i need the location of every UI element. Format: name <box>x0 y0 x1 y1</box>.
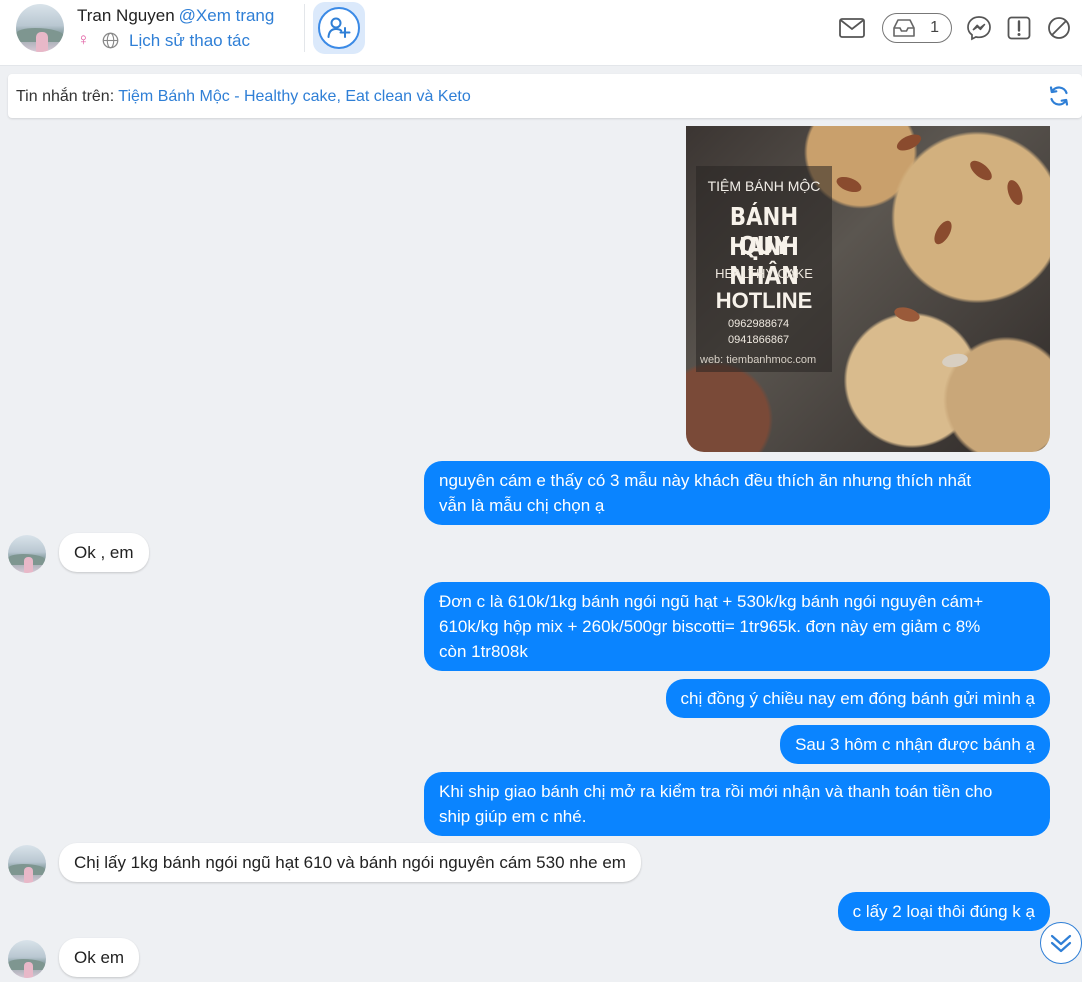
image-title-line2: HẠNH NHÂN <box>729 232 799 290</box>
view-page-link[interactable]: @Xem trang <box>179 6 275 25</box>
message-line: ship giúp em c nhé. <box>439 807 587 826</box>
outgoing-message[interactable]: Khi ship giao bánh chị mở ra kiểm tra rồ… <box>424 772 1050 836</box>
image-phone-2: 0941866867 <box>728 334 790 346</box>
add-friend-icon <box>327 17 351 38</box>
add-friend-button[interactable] <box>313 2 365 54</box>
user-name-text: Tran Nguyen <box>77 6 175 25</box>
incoming-message[interactable]: Ok , em <box>59 533 149 572</box>
refresh-icon[interactable] <box>1048 85 1070 107</box>
message-text: Ok em <box>74 948 125 967</box>
inbox-button[interactable]: 1 <box>882 13 952 43</box>
almond-decoration <box>892 304 922 325</box>
message-text: Chị lấy 1kg bánh ngói ngũ hạt 610 và bán… <box>74 853 626 872</box>
outgoing-message[interactable]: Đơn c là 610k/1kg bánh ngói ngũ hạt + 53… <box>424 582 1050 671</box>
image-phone-1: 0962988674 <box>728 318 790 330</box>
conversation-header: Tran Nguyen @Xem trang ♀ Lịch sử thao tác <box>0 0 1082 66</box>
almond-decoration <box>930 217 956 248</box>
image-hotline-label: HOTLINE <box>715 288 813 313</box>
scroll-down-button[interactable] <box>1040 922 1082 964</box>
scroll-down-icon <box>1050 934 1072 953</box>
user-avatar[interactable] <box>16 4 64 52</box>
mail-button[interactable] <box>838 14 866 42</box>
globe-icon <box>102 32 119 49</box>
sender-avatar[interactable] <box>8 535 46 573</box>
message-line: Đơn c là 610k/1kg bánh ngói ngũ hạt + 53… <box>439 592 984 611</box>
message-text: c lấy 2 loại thôi đúng k ạ <box>852 902 1035 921</box>
outgoing-message[interactable]: c lấy 2 loại thôi đúng k ạ <box>837 892 1050 931</box>
page-source-banner: Tin nhắn trên: Tiệm Bánh Mộc - Healthy c… <box>8 74 1082 118</box>
message-line: Khi ship giao bánh chị mở ra kiểm tra rồ… <box>439 782 993 801</box>
almond-decoration <box>966 157 996 184</box>
message-line: còn 1tr808k <box>439 642 528 661</box>
message-text: Ok , em <box>74 543 134 562</box>
banner-text: Tin nhắn trên: Tiệm Bánh Mộc - Healthy c… <box>16 88 471 106</box>
image-shop-name: TIỆM BÁNH MỘC <box>707 178 821 194</box>
almond-decoration <box>941 351 969 370</box>
image-website: web: tiembanhmoc.com <box>700 354 817 366</box>
block-icon <box>1048 17 1070 39</box>
female-icon: ♀ <box>77 30 90 49</box>
report-button[interactable] <box>1005 14 1033 42</box>
messenger-button[interactable] <box>965 14 993 42</box>
history-link[interactable]: Lịch sử thao tác <box>129 31 250 51</box>
report-icon <box>1007 16 1031 40</box>
almond-decoration <box>894 131 924 154</box>
mail-icon <box>839 18 865 38</box>
image-message[interactable]: TIỆM BÁNH MỘC BÁNH QUY HẠNH NHÂN HEALTHY… <box>686 126 1050 452</box>
almond-decoration <box>834 173 864 196</box>
block-button[interactable] <box>1045 14 1073 42</box>
message-line: vẫn là mẫu chị chọn ạ <box>439 496 605 515</box>
message-text: Sau 3 hôm c nhận được bánh ạ <box>795 735 1035 754</box>
user-name: Tran Nguyen @Xem trang <box>77 6 274 26</box>
inbox-count: 1 <box>930 19 939 36</box>
image-text-overlay: TIỆM BÁNH MỘC BÁNH QUY HẠNH NHÂN HEALTHY… <box>696 166 832 372</box>
sender-avatar[interactable] <box>8 845 46 883</box>
outgoing-message[interactable]: Sau 3 hôm c nhận được bánh ạ <box>780 725 1050 764</box>
sender-avatar[interactable] <box>8 940 46 978</box>
image-subtitle: HEALTHY CAKE <box>715 266 813 281</box>
incoming-message[interactable]: Ok em <box>59 938 140 977</box>
message-text: chị đồng ý chiều nay em đóng bánh gửi mì… <box>680 689 1035 708</box>
banner-label: Tin nhắn trên: <box>16 88 119 105</box>
header-divider <box>304 4 305 52</box>
message-line: 610k/kg hộp mix + 260k/500gr biscotti= 1… <box>439 617 981 636</box>
outgoing-message[interactable]: nguyên cám e thấy có 3 mẫu này khách đều… <box>424 461 1050 525</box>
almond-decoration <box>1004 178 1026 207</box>
message-line: nguyên cám e thấy có 3 mẫu này khách đều… <box>439 471 972 490</box>
inbox-icon <box>893 19 915 37</box>
page-name-link[interactable]: Tiệm Bánh Mộc - Healthy cake, Eat clean … <box>118 88 470 105</box>
messenger-icon <box>967 16 991 41</box>
outgoing-message[interactable]: chị đồng ý chiều nay em đóng bánh gửi mì… <box>665 679 1050 718</box>
incoming-message[interactable]: Chị lấy 1kg bánh ngói ngũ hạt 610 và bán… <box>59 843 641 882</box>
